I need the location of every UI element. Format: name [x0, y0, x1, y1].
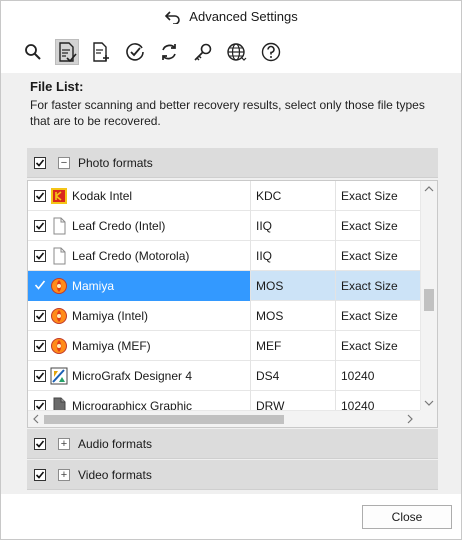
- file-type-name: Kodak Intel: [72, 189, 133, 203]
- row-checkbox[interactable]: [34, 370, 46, 382]
- refresh-icon[interactable]: [157, 39, 181, 65]
- scrollbar-corner: [420, 410, 437, 427]
- file-size-cell[interactable]: Exact Size: [336, 301, 420, 331]
- table-row[interactable]: Mamiya (Intel) MOS Exact Size: [28, 301, 420, 331]
- file-size-cell[interactable]: Exact Size: [336, 241, 420, 271]
- file-extension-cell[interactable]: DS4: [251, 361, 336, 391]
- row-checkbox[interactable]: [34, 250, 46, 262]
- title-bar: Advanced Settings: [1, 1, 461, 35]
- audio-formats-label: Audio formats: [78, 437, 153, 451]
- audio-formats-checkbox[interactable]: [34, 438, 46, 450]
- file-type-name-cell[interactable]: Mamiya: [28, 271, 251, 301]
- vertical-scrollbar[interactable]: [420, 181, 437, 411]
- file-extension-cell[interactable]: MEF: [251, 331, 336, 361]
- window-title: Advanced Settings: [189, 9, 298, 24]
- table-row[interactable]: Leaf Credo (Intel) IIQ Exact Size: [28, 211, 420, 241]
- close-button[interactable]: Close: [362, 505, 452, 529]
- title-wrap: Advanced Settings: [1, 9, 461, 25]
- globe-icon[interactable]: [225, 39, 249, 65]
- file-extension-cell[interactable]: MOS: [251, 301, 336, 331]
- mamiya-icon: [50, 307, 68, 325]
- table-row[interactable]: MicroGrafx Designer 4 DS4 10240: [28, 361, 420, 391]
- table-row[interactable]: Mamiya (MEF) MEF Exact Size: [28, 331, 420, 361]
- scroll-down-icon[interactable]: [424, 398, 434, 408]
- table-row[interactable]: Leaf Credo (Motorola) IIQ Exact Size: [28, 241, 420, 271]
- kodak-icon: [50, 187, 68, 205]
- file-list-heading: File List:: [30, 79, 84, 94]
- file-type-name-cell[interactable]: Leaf Credo (Intel): [28, 211, 251, 241]
- row-checkbox[interactable]: [34, 278, 46, 295]
- generic-file-icon: [50, 217, 68, 235]
- horizontal-scrollbar[interactable]: [28, 410, 420, 427]
- file-type-name: Leaf Credo (Motorola): [72, 249, 190, 263]
- row-checkbox[interactable]: [34, 190, 46, 202]
- expand-icon[interactable]: +: [58, 438, 70, 450]
- expand-icon[interactable]: +: [58, 469, 70, 481]
- file-type-name: Mamiya: [72, 279, 115, 293]
- search-icon[interactable]: [21, 39, 45, 65]
- scroll-left-icon[interactable]: [31, 414, 41, 424]
- file-extension-cell[interactable]: IIQ: [251, 241, 336, 271]
- add-file-icon[interactable]: [89, 39, 113, 65]
- file-type-name: Mamiya (MEF): [72, 339, 151, 353]
- scroll-right-icon[interactable]: [405, 414, 415, 424]
- file-type-name-cell[interactable]: Leaf Credo (Motorola): [28, 241, 251, 271]
- file-list-description: For faster scanning and better recovery …: [30, 98, 425, 128]
- video-formats-checkbox[interactable]: [34, 469, 46, 481]
- scroll-up-icon[interactable]: [424, 184, 434, 194]
- photo-formats-checkbox[interactable]: [34, 157, 46, 169]
- help-icon[interactable]: [259, 39, 283, 65]
- mamiya-icon: [50, 277, 68, 295]
- file-extension-cell[interactable]: IIQ: [251, 211, 336, 241]
- back-arrow-icon[interactable]: [164, 10, 182, 25]
- advanced-settings-window: Advanced Settings File List: For faster …: [0, 0, 462, 540]
- generic-file-icon: [50, 247, 68, 265]
- toolbar: [21, 39, 283, 67]
- file-size-cell[interactable]: Exact Size: [336, 271, 420, 301]
- file-type-name-cell[interactable]: Mamiya (MEF): [28, 331, 251, 361]
- file-type-table: Kodak Intel KDC Exact Size Leaf Credo (Inte…: [27, 180, 438, 428]
- check-circle-icon[interactable]: [123, 39, 147, 65]
- group-video-formats[interactable]: + Video formats: [27, 460, 438, 490]
- group-audio-formats[interactable]: + Audio formats: [27, 429, 438, 459]
- file-type-name: Leaf Credo (Intel): [72, 219, 166, 233]
- footer: Close: [1, 494, 461, 539]
- file-size-cell[interactable]: Exact Size: [336, 211, 420, 241]
- file-size-cell[interactable]: Exact Size: [336, 181, 420, 211]
- table-row[interactable]: Mamiya MOS Exact Size: [28, 271, 420, 301]
- table-row[interactable]: Kodak Intel KDC Exact Size: [28, 181, 420, 211]
- file-type-name-cell[interactable]: MicroGrafx Designer 4: [28, 361, 251, 391]
- row-checkbox[interactable]: [34, 220, 46, 232]
- file-extension-cell[interactable]: KDC: [251, 181, 336, 211]
- file-list-icon[interactable]: [55, 39, 79, 65]
- file-type-name: MicroGrafx Designer 4: [72, 369, 193, 383]
- file-type-name-cell[interactable]: Kodak Intel: [28, 181, 251, 211]
- file-type-name: Mamiya (Intel): [72, 309, 149, 323]
- mamiya-icon: [50, 337, 68, 355]
- file-type-name-cell[interactable]: Mamiya (Intel): [28, 301, 251, 331]
- group-photo-formats[interactable]: − Photo formats: [27, 148, 438, 178]
- file-size-cell[interactable]: 10240: [336, 361, 420, 391]
- row-checkbox[interactable]: [34, 340, 46, 352]
- key-icon[interactable]: [191, 39, 215, 65]
- file-size-cell[interactable]: Exact Size: [336, 331, 420, 361]
- horizontal-scroll-thumb[interactable]: [44, 415, 284, 424]
- vertical-scroll-thumb[interactable]: [424, 289, 434, 311]
- row-checkbox[interactable]: [34, 310, 46, 322]
- file-extension-cell[interactable]: MOS: [251, 271, 336, 301]
- photo-formats-label: Photo formats: [78, 156, 153, 170]
- collapse-icon[interactable]: −: [58, 157, 70, 169]
- micrografx-icon: [50, 367, 68, 385]
- video-formats-label: Video formats: [78, 468, 152, 482]
